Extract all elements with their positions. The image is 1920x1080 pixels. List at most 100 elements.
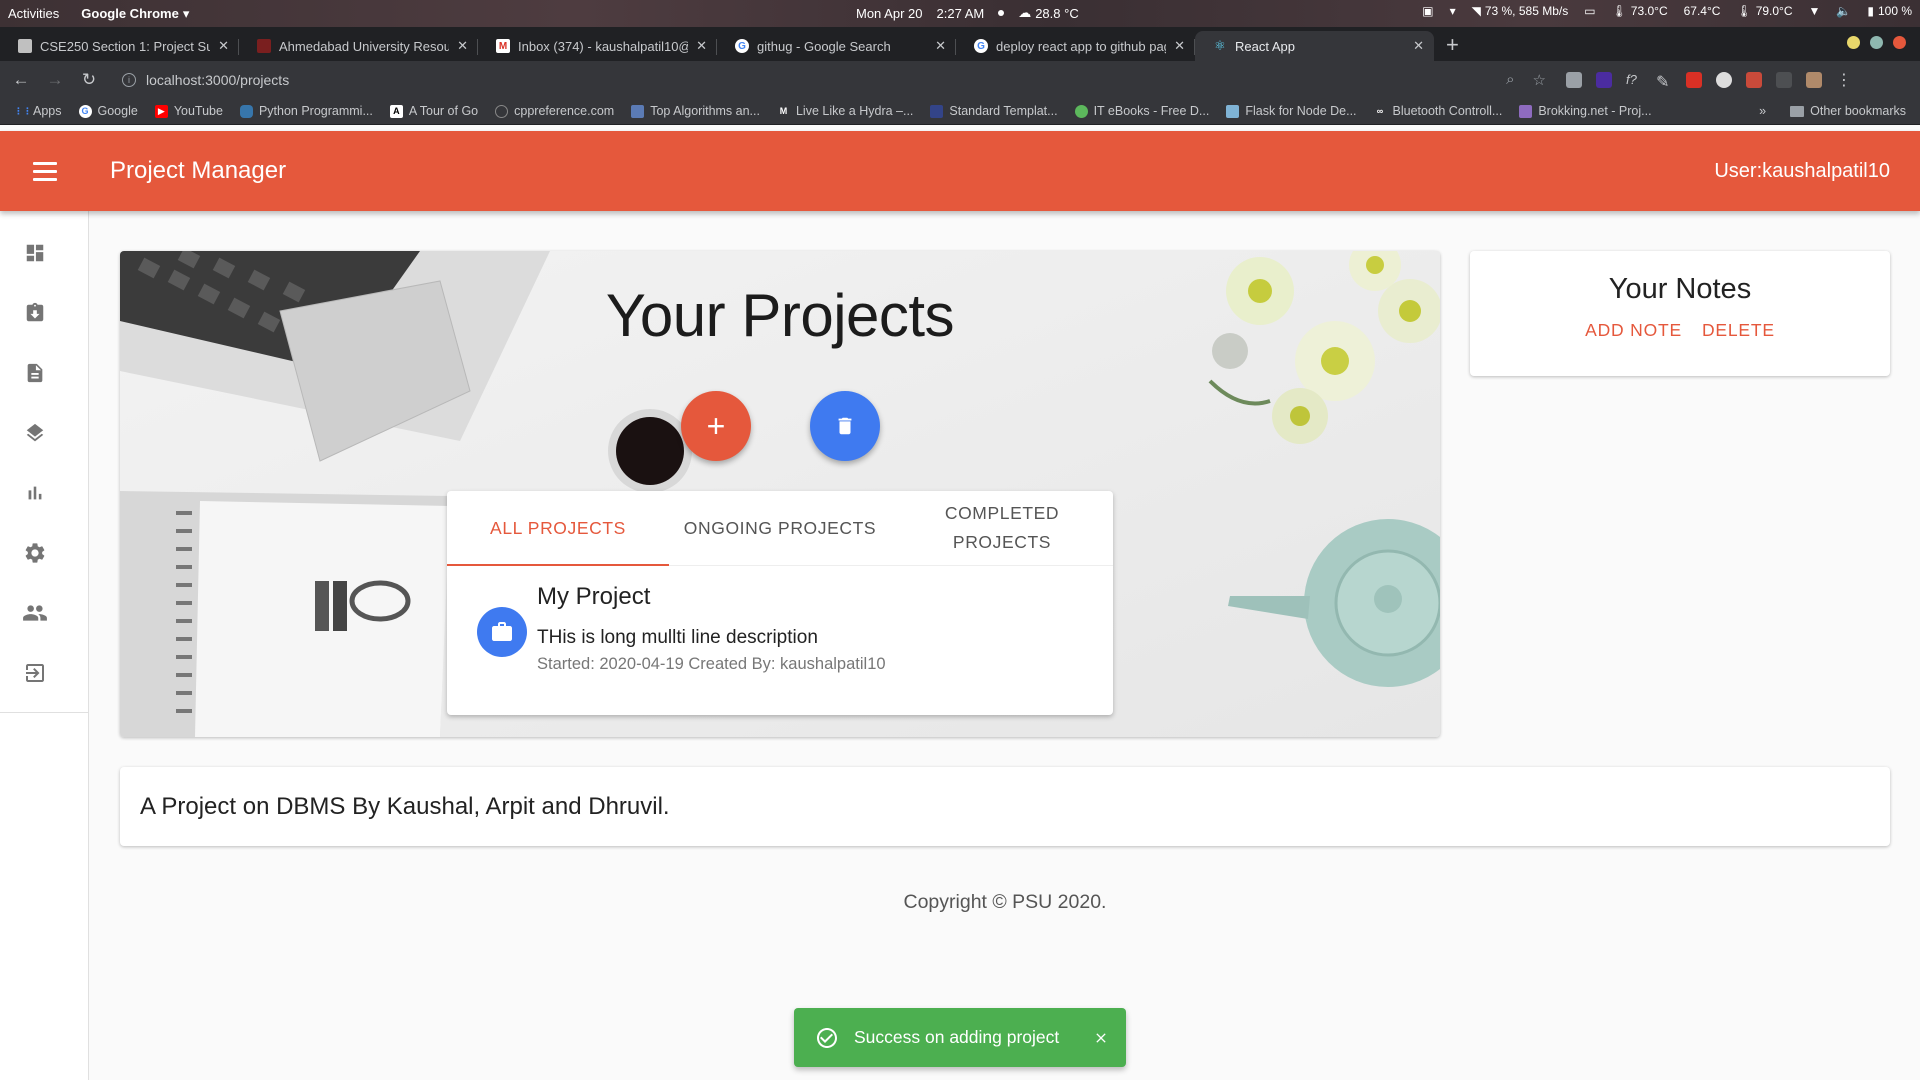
brokking-icon [1519, 104, 1533, 118]
project-tabs: ALL PROJECTS ONGOING PROJECTS COMPLETED … [447, 491, 1113, 566]
extension-icon[interactable] [1596, 71, 1612, 88]
tab-all-projects[interactable]: ALL PROJECTS [447, 491, 669, 565]
tab-close-icon[interactable]: ✕ [1174, 38, 1185, 54]
layers-icon[interactable] [22, 420, 48, 446]
bookmark-label: Bluetooth Controll... [1392, 104, 1503, 118]
bluetooth-icon: ∞ [1376, 105, 1384, 116]
maximize-button[interactable] [1870, 36, 1883, 49]
more-bookmarks-button[interactable]: » [1759, 104, 1766, 118]
browser-tab[interactable]: G deploy react app to github pag ✕ [956, 31, 1195, 61]
activities-button[interactable]: Activities [8, 6, 59, 21]
extension-icon[interactable] [1686, 71, 1702, 88]
address-bar[interactable]: i localhost:3000/projects ⌕ ☆ [116, 65, 1556, 94]
tab-close-icon[interactable]: ✕ [218, 38, 229, 54]
clock[interactable]: Mon Apr 20 2:27 AM ☁ 28.8 °C [856, 5, 1079, 21]
tab-ongoing-projects[interactable]: ONGOING PROJECTS [669, 491, 891, 565]
bookmark-item[interactable]: ∞ Bluetooth Controll... [1374, 104, 1503, 118]
tab-close-icon[interactable]: ✕ [935, 38, 946, 54]
doc-icon [18, 39, 32, 53]
bookmark-item[interactable]: Top Algorithms an... [631, 104, 760, 118]
tab-close-icon[interactable]: ✕ [457, 38, 468, 54]
people-icon[interactable] [22, 600, 48, 626]
bookmark-item[interactable]: Brokking.net - Proj... [1519, 104, 1652, 118]
browser-tab[interactable]: M Inbox (374) - kaushalpatil10@g ✕ [478, 31, 717, 61]
info-icon[interactable]: i [122, 72, 136, 87]
tab-completed-projects[interactable]: COMPLETED PROJECTS [891, 491, 1113, 565]
delete-note-button[interactable]: DELETE [1702, 316, 1775, 345]
article-icon [631, 104, 645, 118]
bookmark-item[interactable]: cppreference.com [495, 104, 614, 118]
tab-title: Inbox (374) - kaushalpatil10@g [518, 38, 689, 54]
weather-icon: ☁ [1018, 5, 1032, 20]
add-note-button[interactable]: ADD NOTE [1585, 316, 1682, 345]
settings-icon[interactable] [22, 540, 48, 566]
bookmark-label: IT eBooks - Free D... [1093, 104, 1210, 118]
bookmark-item[interactable]: IT eBooks - Free D... [1074, 104, 1210, 118]
tab-close-icon[interactable]: ✕ [696, 38, 707, 54]
window-controls [1847, 36, 1906, 49]
project-meta: Started: 2020-04-19 Created By: kaushalp… [537, 655, 886, 673]
bookmark-apps[interactable]: ⋮⋮ Apps [14, 104, 62, 118]
browser-tab-active[interactable]: ⚛ React App ✕ [1195, 31, 1434, 61]
tab-close-icon[interactable]: ✕ [1413, 38, 1424, 54]
volume-icon: 🔈 [1836, 4, 1852, 18]
go-icon: A [389, 104, 403, 118]
bookmark-label: Top Algorithms an... [650, 104, 760, 118]
page-title: Your Projects [605, 282, 955, 349]
browser-tab[interactable]: Ahmedabad University Resource ✕ [239, 31, 478, 61]
extension-icon[interactable] [1746, 71, 1762, 88]
bookmark-item[interactable]: M Live Like a Hydra –... [777, 104, 914, 118]
add-project-button[interactable]: + [681, 391, 751, 461]
bookmark-label: Flask for Node De... [1245, 104, 1357, 118]
bookmark-item[interactable]: Python Programmi... [239, 104, 373, 118]
caret-down-icon: ▾ [1449, 4, 1456, 18]
assignment-return-icon[interactable] [22, 300, 48, 326]
zoom-icon[interactable]: ⌕ [1506, 71, 1514, 89]
bookmark-item[interactable]: Flask for Node De... [1226, 104, 1357, 118]
description-icon[interactable] [22, 360, 48, 386]
bookmark-label: Brokking.net - Proj... [1538, 104, 1652, 118]
reload-button[interactable]: ↻ [76, 70, 102, 90]
minimize-button[interactable] [1847, 36, 1860, 49]
bookmark-item[interactable]: A A Tour of Go [389, 104, 478, 118]
briefcase-icon [492, 622, 512, 641]
browser-tab[interactable]: G githug - Google Search ✕ [717, 31, 956, 61]
bookmark-label: Standard Templat... [949, 104, 1058, 118]
bookmark-item[interactable]: ▶ YouTube [154, 104, 223, 118]
menu-kebab-icon[interactable]: ⋮ [1836, 70, 1852, 90]
extension-icon[interactable] [1776, 71, 1792, 88]
screen-icon: ▣ [1422, 4, 1434, 18]
trash-icon [838, 417, 852, 435]
dashboard-icon[interactable] [22, 240, 48, 266]
notes-title: Your Notes [1608, 273, 1752, 305]
about-text: A Project on DBMS By Kaushal, Arpit and … [140, 792, 670, 820]
extension-icon[interactable] [1716, 71, 1732, 88]
battery-percent: 100 % [1877, 4, 1912, 18]
bookmark-label: Python Programmi... [258, 104, 373, 118]
system-tray[interactable]: ▣ ▾ ◥ 73 %, 585 Mb/s ▭ 🌡 73.0°C 67.4°C 🌡… [1422, 4, 1912, 18]
forward-button[interactable]: → [42, 70, 68, 90]
thermometer-icon: 🌡 [1736, 4, 1752, 18]
logout-icon[interactable] [22, 660, 48, 686]
bookmark-item[interactable]: Standard Templat... [930, 104, 1058, 118]
close-icon[interactable] [1093, 1030, 1109, 1046]
app-menu[interactable]: Google Chrome ▾ [81, 6, 189, 22]
other-bookmarks-folder[interactable]: Other bookmarks [1790, 104, 1906, 118]
close-window-button[interactable] [1893, 36, 1906, 49]
extension-icon[interactable]: ✎ [1656, 72, 1672, 91]
success-snackbar: Success on adding project [794, 1008, 1126, 1067]
new-tab-button[interactable]: + [1434, 31, 1471, 61]
copyright-text: Copyright © PSU 2020. [903, 891, 1107, 913]
extension-icon[interactable] [1566, 71, 1582, 88]
browser-tab[interactable]: CSE250 Section 1: Project Subm ✕ [0, 31, 239, 61]
bookmark-item[interactable]: G Google [78, 104, 138, 118]
delete-project-button[interactable] [810, 391, 880, 461]
extensions-area: f? ✎ ⋮ [1566, 70, 1852, 91]
back-button[interactable]: ← [8, 70, 34, 90]
profile-avatar[interactable] [1806, 71, 1822, 88]
menu-icon[interactable] [33, 161, 57, 181]
bookmark-star-icon[interactable]: ☆ [1533, 71, 1546, 89]
extension-icon[interactable]: f? [1626, 72, 1642, 88]
bar-chart-icon[interactable] [22, 480, 48, 506]
stl-icon [930, 104, 944, 118]
